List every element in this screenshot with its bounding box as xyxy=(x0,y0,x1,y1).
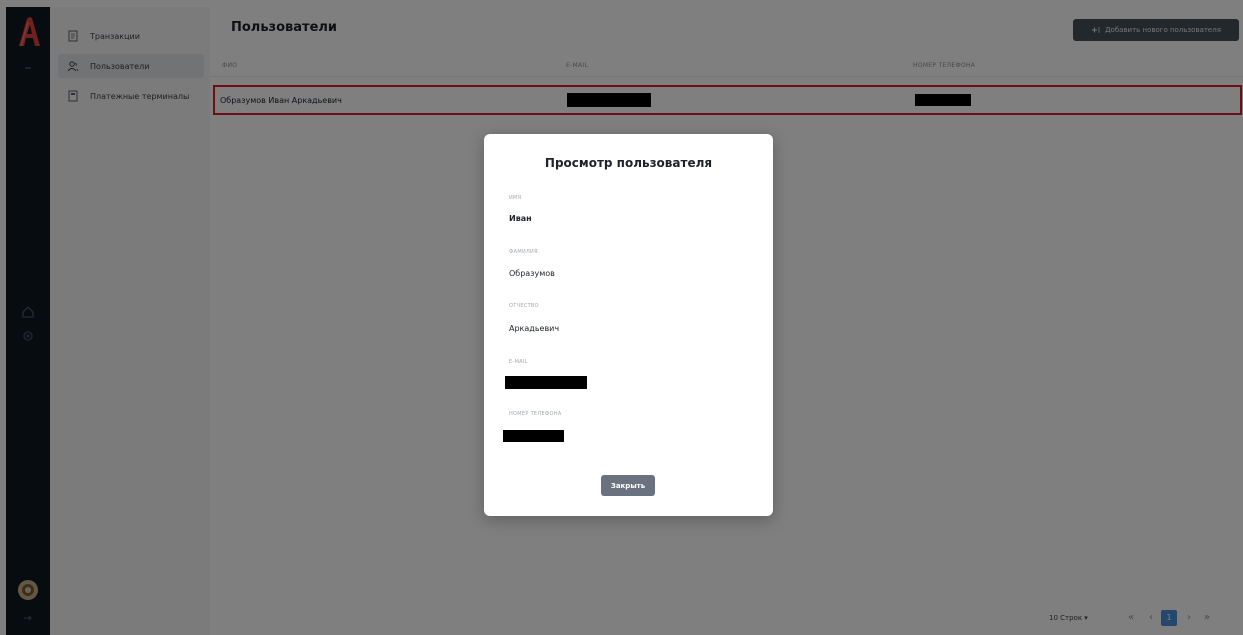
close-button[interactable]: Закрыть xyxy=(601,475,655,496)
last-name-label: Фамилия xyxy=(509,249,538,255)
last-name-value: Образумов xyxy=(509,269,555,278)
first-name-label: Имя xyxy=(509,195,522,201)
phone-label: Номер телефона xyxy=(509,411,562,417)
user-view-modal: Просмотр пользователя Имя Иван Фамилия О… xyxy=(484,134,773,516)
email-label: E-mail xyxy=(509,359,528,365)
patronymic-value: Аркадьевич xyxy=(509,324,560,333)
patronymic-label: Отчество xyxy=(509,303,539,309)
first-name-value: Иван xyxy=(509,214,532,223)
modal-title: Просмотр пользователя xyxy=(544,156,713,170)
redacted-phone xyxy=(503,430,564,442)
redacted-email xyxy=(505,376,587,389)
